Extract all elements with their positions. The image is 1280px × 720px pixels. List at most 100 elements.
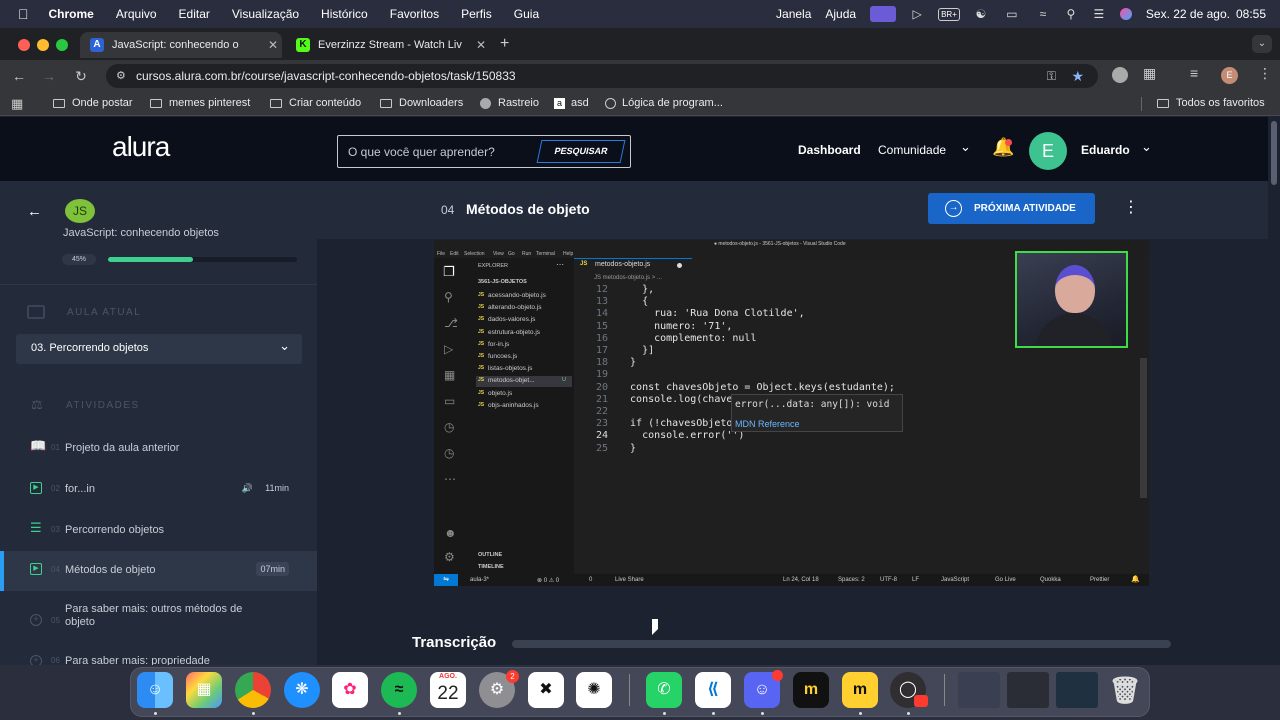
chrome-menu-icon[interactable]: ⋮ bbox=[1258, 65, 1272, 82]
chevron-down-icon[interactable]: ⌄ bbox=[960, 139, 971, 155]
unsaved-dot-icon[interactable] bbox=[677, 263, 682, 268]
apple-icon[interactable]:  bbox=[18, 6, 29, 22]
accounts-icon[interactable]: ☻ bbox=[444, 526, 457, 540]
spotify-icon[interactable]: ≈ bbox=[381, 672, 417, 708]
more-views-icon[interactable]: ⋯ bbox=[444, 472, 456, 486]
activity-item[interactable]: 📖 01 Projeto da aula anterior bbox=[0, 429, 317, 467]
finder-icon[interactable]: ☺ bbox=[137, 672, 173, 708]
video-player[interactable]: ● metodos-objeto.js - 3561-JS-objetos - … bbox=[434, 240, 1149, 586]
bookmark-logica[interactable]: Lógica de program... bbox=[605, 97, 723, 109]
menubar-time[interactable]: 08:55 bbox=[1236, 7, 1266, 21]
capcut-icon[interactable]: ✖ bbox=[528, 672, 564, 708]
activity-item[interactable]: + 05 Para saber mais: outros métodos de … bbox=[0, 599, 317, 643]
file-item[interactable]: JS estrutura-objeto.js bbox=[476, 328, 572, 339]
close-tab-icon[interactable]: ✕ bbox=[264, 38, 282, 52]
nav-dashboard[interactable]: Dashboard bbox=[798, 143, 861, 157]
status-golive[interactable]: Go Live bbox=[995, 577, 1016, 583]
site-info-icon[interactable]: ⚙ bbox=[116, 64, 126, 88]
vscode-menu-go[interactable]: Go bbox=[508, 251, 515, 257]
tab-alura[interactable]: A JavaScript: conhecendo o ✕ bbox=[80, 32, 282, 58]
file-item[interactable]: JS funcoes.js bbox=[476, 352, 572, 363]
menu-visualizacao[interactable]: Visualização bbox=[232, 7, 299, 21]
bookmark-rastreio[interactable]: Rastreio bbox=[480, 97, 539, 109]
extensions-puzzle-icon[interactable]: ▦ bbox=[1143, 65, 1156, 82]
play-status-icon[interactable]: ▷ bbox=[910, 8, 924, 20]
explorer-icon[interactable]: ❐ bbox=[443, 264, 455, 280]
accessibility-icon[interactable]: ☯ bbox=[974, 8, 988, 20]
control-center-icon[interactable]: ☰ bbox=[1092, 8, 1106, 20]
menubar-date[interactable]: Sex. 22 de ago. bbox=[1146, 7, 1230, 21]
minimized-window-2[interactable] bbox=[1007, 672, 1049, 708]
timeline-section[interactable]: TIMELINE bbox=[478, 564, 504, 570]
user-name[interactable]: Eduardo bbox=[1081, 143, 1130, 157]
trash-icon[interactable]: 🗑 bbox=[1107, 672, 1143, 708]
status-quokka[interactable]: Quokka bbox=[1040, 577, 1061, 583]
lesson-select[interactable]: 03. Percorrendo objetos ⌄ bbox=[16, 334, 302, 364]
page-scrollbar[interactable] bbox=[1268, 117, 1280, 665]
extensions-icon[interactable]: ▦ bbox=[444, 368, 455, 382]
vscode-icon[interactable]: ⟪ bbox=[695, 672, 731, 708]
bookmark-onde-postar[interactable]: Onde postar bbox=[53, 97, 133, 109]
apps-grid-icon[interactable]: ▦ bbox=[11, 96, 23, 112]
menu-favoritos[interactable]: Favoritos bbox=[390, 7, 439, 21]
workspace-folder[interactable]: 3561-JS-OBJETOS bbox=[478, 279, 527, 285]
nav-community[interactable]: Comunidade bbox=[878, 143, 946, 157]
whatsapp-icon[interactable]: ✆ bbox=[646, 672, 682, 708]
search-input[interactable]: O que você quer aprender? bbox=[348, 145, 495, 159]
vscode-menu-file[interactable]: File bbox=[437, 251, 445, 257]
menu-editar[interactable]: Editar bbox=[179, 7, 210, 21]
menu-perfis[interactable]: Perfis bbox=[461, 7, 492, 21]
window-zoom-button[interactable] bbox=[56, 39, 68, 51]
next-activity-button[interactable]: → PRÓXIMA ATIVIDADE bbox=[928, 193, 1095, 224]
alura-logo[interactable]: alura bbox=[112, 131, 170, 163]
vscode-menu-help[interactable]: Help bbox=[563, 251, 573, 257]
activity-item-active[interactable]: ▶ 04 Métodos de objeto 07min bbox=[0, 551, 317, 591]
menu-historico[interactable]: Histórico bbox=[321, 7, 368, 21]
file-item[interactable]: JS listas-objetos.js bbox=[476, 364, 572, 375]
bookmark-criar-conteudo[interactable]: Criar conteúdo bbox=[270, 97, 361, 109]
vscode-menu-selection[interactable]: Selection bbox=[464, 251, 485, 257]
remote-explorer-icon[interactable]: ▭ bbox=[444, 394, 455, 408]
activity-item[interactable]: ☰ 03 Percorrendo objetos bbox=[0, 511, 317, 549]
password-key-icon[interactable]: ⚿ bbox=[1047, 64, 1056, 88]
spotlight-search-icon[interactable]: ⚲ bbox=[1064, 8, 1078, 20]
wifi-icon[interactable]: ≈ bbox=[1036, 8, 1050, 20]
file-item[interactable]: JS acessando-objeto.js bbox=[476, 291, 572, 302]
reading-list-icon[interactable]: ≡ bbox=[1190, 65, 1198, 81]
status-liveshare[interactable]: Live Share bbox=[615, 577, 644, 583]
run-debug-icon[interactable]: ▷ bbox=[444, 342, 453, 356]
minimized-window-1[interactable] bbox=[958, 672, 1000, 708]
activity-item[interactable]: ▶ 02 for...in 🔊 11min bbox=[0, 470, 317, 508]
file-item[interactable]: JS for-in.js bbox=[476, 340, 572, 351]
vscode-menu-edit[interactable]: Edit bbox=[450, 251, 459, 257]
status-spaces[interactable]: Spaces: 2 bbox=[838, 577, 865, 583]
tab-search-icon[interactable]: ⌄ bbox=[1252, 35, 1272, 53]
forward-icon[interactable]: → bbox=[39, 66, 59, 86]
timeline-icon[interactable]: ◷ bbox=[444, 420, 454, 434]
course-title[interactable]: JavaScript: conhecendo objetos bbox=[63, 227, 219, 239]
chatgpt-icon[interactable]: ✺ bbox=[576, 672, 612, 708]
new-tab-icon[interactable]: + bbox=[500, 35, 509, 53]
file-item[interactable]: JS dados-valores.js bbox=[476, 315, 572, 326]
profile-avatar[interactable]: E bbox=[1221, 67, 1238, 84]
search-button[interactable]: PESQUISAR bbox=[536, 140, 626, 163]
user-avatar[interactable]: E bbox=[1029, 132, 1067, 170]
bookmark-star-icon[interactable]: ★ bbox=[1071, 64, 1084, 88]
safari-icon[interactable]: ❋ bbox=[284, 672, 320, 708]
window-minimize-button[interactable] bbox=[37, 39, 49, 51]
bookmark-memes-pinterest[interactable]: memes pinterest bbox=[150, 97, 250, 109]
battery-icon[interactable]: ▭ bbox=[1002, 8, 1022, 20]
file-item[interactable]: JS objs-aninhados.js bbox=[476, 401, 572, 412]
manage-gear-icon[interactable]: ⚙ bbox=[444, 550, 455, 564]
live-share-icon[interactable]: ◷ bbox=[444, 446, 454, 460]
more-options-icon[interactable]: ⋮ bbox=[1123, 197, 1139, 217]
launchpad-icon[interactable]: ▦ bbox=[186, 672, 222, 708]
vscode-menu-view[interactable]: View bbox=[493, 251, 504, 257]
calendar-icon[interactable]: AGO. 22 bbox=[430, 672, 466, 708]
vscode-menu-terminal[interactable]: Terminal bbox=[536, 251, 555, 257]
screen-share-icon[interactable] bbox=[870, 6, 897, 22]
minimized-window-3[interactable] bbox=[1056, 672, 1098, 708]
bookmark-downloaders[interactable]: Downloaders bbox=[380, 97, 463, 109]
source-control-icon[interactable]: ⎇ bbox=[444, 316, 458, 330]
notifications-bell-icon[interactable]: 🔔 bbox=[1131, 575, 1140, 583]
